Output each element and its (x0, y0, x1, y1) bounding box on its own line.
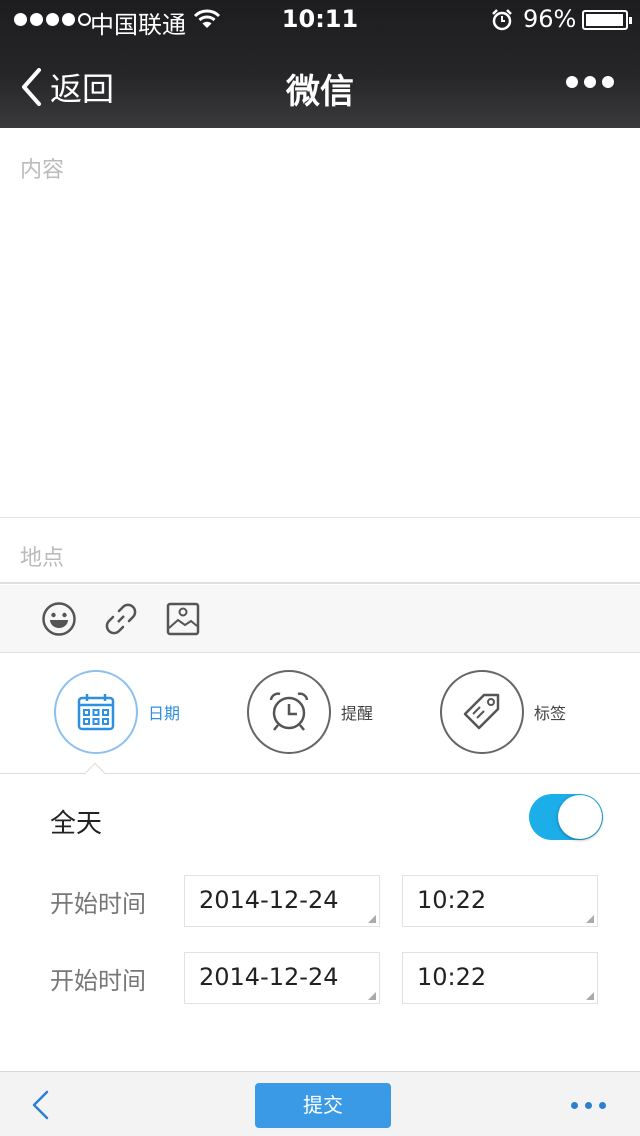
alarm-status-icon (492, 9, 512, 31)
all-day-label: 全天 (50, 809, 103, 839)
start-date-value: 2014-12-24 (199, 886, 339, 914)
all-day-toggle[interactable] (529, 794, 603, 840)
more-options-button-bottom[interactable] (571, 1102, 606, 1109)
location-field[interactable]: 地点 (0, 518, 640, 584)
back-label: 返回 (50, 70, 115, 108)
content-textarea[interactable] (0, 128, 640, 518)
link-icon[interactable] (103, 601, 139, 637)
start-date-field[interactable]: 2014-12-24 (184, 875, 380, 927)
start-date-value-2: 2014-12-24 (199, 963, 339, 991)
tab-reminder[interactable]: 提醒 (247, 670, 373, 754)
tab-reminder-label: 提醒 (341, 704, 374, 723)
option-tabs: 日期 提醒 标签 (0, 654, 640, 774)
battery-percent: 96% (523, 5, 577, 33)
content-placeholder: 内容 (20, 158, 65, 183)
tab-tag[interactable]: 标签 (440, 670, 566, 754)
start-time-label-2: 开始时间 (50, 967, 146, 995)
tab-tag-label: 标签 (534, 704, 567, 723)
chevron-left-icon (22, 68, 41, 106)
tab-date[interactable]: 日期 (54, 670, 180, 754)
start-time-value: 10:22 (417, 886, 487, 914)
start-time-label: 开始时间 (50, 890, 146, 918)
alarm-clock-icon (247, 670, 331, 754)
more-options-button[interactable] (566, 76, 614, 88)
bottom-bar: 提交 (0, 1071, 640, 1136)
top-bar: 中国联通 10:11 96% 返回 微信 (0, 0, 640, 128)
location-placeholder: 地点 (20, 546, 65, 571)
insert-toolbar (0, 585, 640, 653)
battery-icon (582, 10, 632, 30)
start-date-field-2[interactable]: 2014-12-24 (184, 952, 380, 1004)
status-bar: 中国联通 10:11 96% (0, 0, 640, 40)
tab-date-label: 日期 (148, 704, 181, 723)
start-time-field-2[interactable]: 10:22 (402, 952, 598, 1004)
back-button[interactable]: 返回 (20, 64, 114, 110)
calendar-icon (54, 670, 138, 754)
smiley-icon[interactable] (41, 601, 77, 637)
start-time-value-2: 10:22 (417, 963, 487, 991)
tag-icon (440, 670, 524, 754)
image-icon[interactable] (165, 601, 201, 637)
submit-button[interactable]: 提交 (255, 1083, 391, 1128)
start-time-field[interactable]: 10:22 (402, 875, 598, 927)
chevron-left-icon-bottom[interactable] (30, 1090, 50, 1120)
